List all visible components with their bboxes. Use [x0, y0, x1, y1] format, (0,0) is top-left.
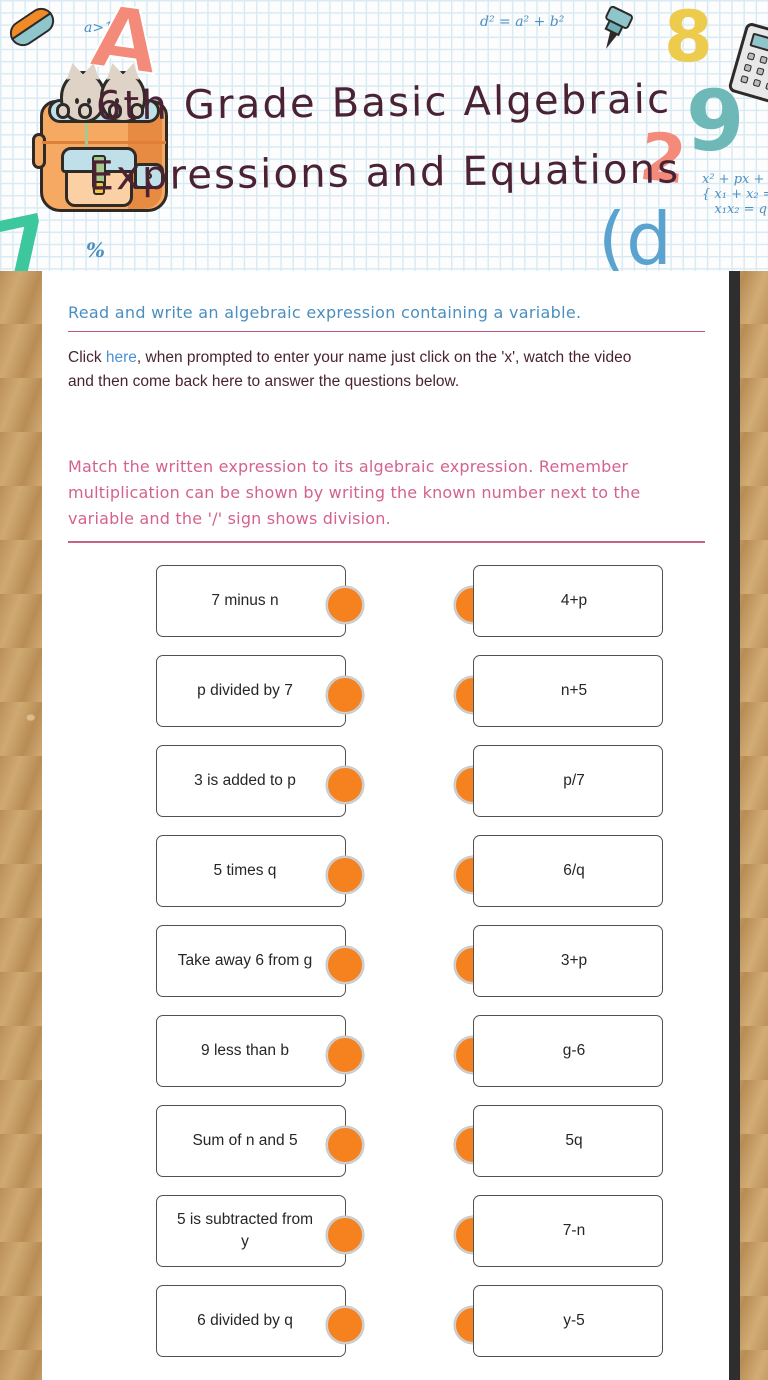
number-seven-doodle: 7 [0, 197, 60, 271]
objective-instructions: Click here, when prompted to enter your … [68, 346, 648, 394]
algebraic-expression-card[interactable]: p/7 [473, 744, 663, 817]
written-expression-card[interactable]: 7 minus n [156, 564, 346, 637]
algebraic-expression-card[interactable]: 4+p [473, 564, 663, 637]
match-row: 6 divided by q y-5 [68, 1277, 705, 1367]
pythagorean-formula-doodle: d² = a² + b² [480, 14, 565, 30]
left-match-knob[interactable] [326, 1035, 364, 1074]
left-match-knob[interactable] [326, 855, 364, 894]
written-expression-card[interactable]: 6 divided by q [156, 1284, 346, 1357]
match-row: 5 is subtracted from y 7-n [68, 1187, 705, 1277]
left-match-knob[interactable] [326, 585, 364, 624]
pushpin-body [604, 19, 624, 37]
algebraic-expression-card[interactable]: 7-n [473, 1194, 663, 1267]
letter-a-doodle: A [84, 0, 166, 95]
written-expression-card[interactable]: 3 is added to p [156, 744, 346, 817]
left-match-knob[interactable] [326, 1305, 364, 1344]
calculator-key [746, 52, 756, 61]
vertical-scrollbar-thumb[interactable] [729, 271, 740, 1380]
match-row: 9 less than b g-6 [68, 1007, 705, 1097]
left-match-knob[interactable] [326, 765, 364, 804]
pushpin-head [603, 4, 635, 31]
pushpin-needle [602, 30, 618, 51]
algebraic-expression-card[interactable]: 3+p [473, 924, 663, 997]
page-root: a>1 d² = a² + b² x² + px + q = 0 { x₁ + … [0, 0, 768, 1380]
match-row: 5 times q 6/q [68, 827, 705, 917]
worksheet-banner: a>1 d² = a² + b² x² + px + q = 0 { x₁ + … [0, 0, 768, 271]
eraser-icon [4, 2, 60, 52]
algebraic-expression-card[interactable]: 5q [473, 1104, 663, 1177]
algebraic-expression-card[interactable]: y-5 [473, 1284, 663, 1357]
objective-section: Read and write an algebraic expression c… [42, 271, 731, 543]
written-expression-card[interactable]: p divided by 7 [156, 654, 346, 727]
left-match-knob[interactable] [326, 675, 364, 714]
instruction-text-before: Click [68, 349, 106, 367]
match-row: 7 minus n 4+p [68, 557, 705, 647]
match-row: 3 is added to p p/7 [68, 737, 705, 827]
match-row: p divided by 7 n+5 [68, 647, 705, 737]
percent-symbol-doodle: % [86, 238, 106, 262]
written-expression-card[interactable]: 9 less than b [156, 1014, 346, 1087]
calculator-screen [749, 32, 768, 59]
instruction-text-after: , when prompted to enter your name just … [68, 349, 632, 391]
left-match-knob[interactable] [326, 1215, 364, 1254]
objective-heading: Read and write an algebraic expression c… [68, 303, 582, 322]
match-row: Sum of n and 5 5q [68, 1097, 705, 1187]
pushpin-icon [588, 3, 638, 57]
number-eight-doodle: 8 [664, 0, 713, 78]
eraser-top [4, 2, 52, 41]
activity-prompt: Match the written expression to its alge… [68, 457, 641, 529]
matching-activity: 7 minus n 4+p p divided by 7 n+5 3 is added … [42, 557, 731, 1367]
written-expression-card[interactable]: Sum of n and 5 [156, 1104, 346, 1177]
left-match-knob[interactable] [326, 945, 364, 984]
written-expression-card[interactable]: Take away 6 from g [156, 924, 346, 997]
video-link[interactable]: here [106, 349, 137, 366]
written-expression-card[interactable]: 5 times q [156, 834, 346, 907]
curve-doodle: (d [598, 197, 672, 271]
algebraic-expression-card[interactable]: g-6 [473, 1014, 663, 1087]
match-row: Take away 6 from g 3+p [68, 917, 705, 1007]
objective-divider [68, 331, 705, 333]
left-match-knob[interactable] [326, 1125, 364, 1164]
activity-divider [68, 541, 705, 543]
page-title: 6th Grade Basic Algebraic Expressions an… [88, 76, 681, 200]
algebraic-expression-card[interactable]: n+5 [473, 654, 663, 727]
algebraic-expression-card[interactable]: 6/q [473, 834, 663, 907]
inequality-formula-doodle: a>1 [84, 20, 113, 36]
eraser-bottom [10, 11, 60, 52]
worksheet-sheet: Read and write an algebraic expression c… [42, 271, 731, 1380]
written-expression-card[interactable]: 5 is subtracted from y [156, 1194, 346, 1267]
